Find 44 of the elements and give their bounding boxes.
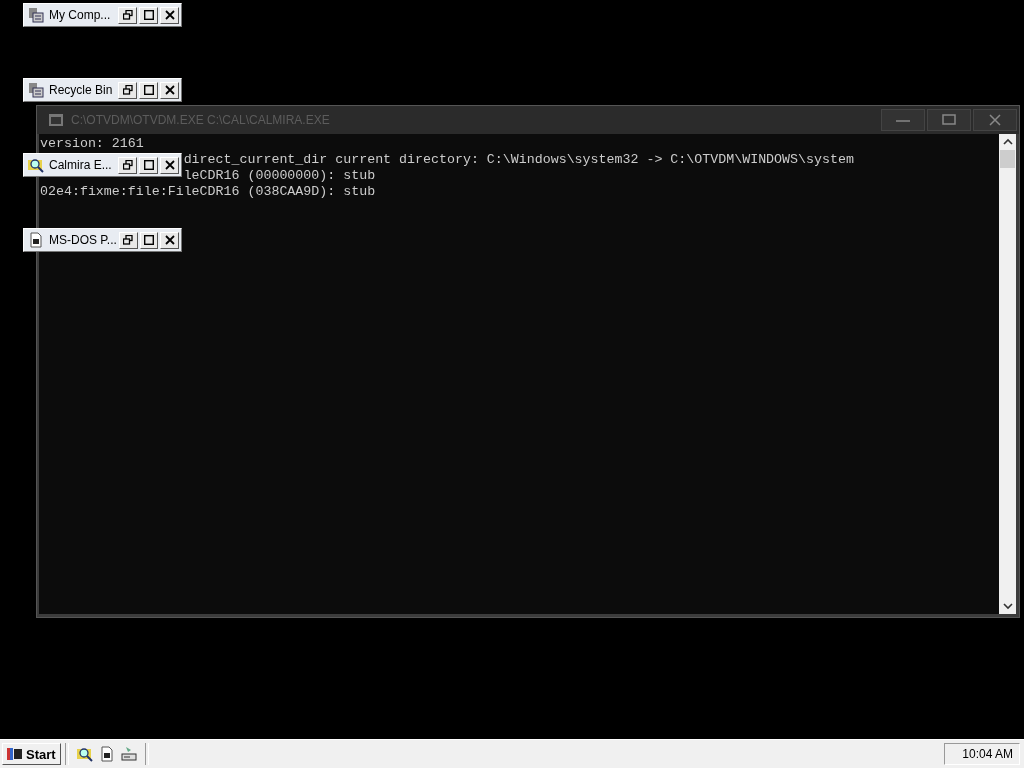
maximize-icon (143, 85, 154, 95)
clock[interactable]: 10:04 AM (944, 743, 1020, 765)
scroll-down-icon[interactable] (1002, 602, 1013, 610)
restore-icon (122, 160, 133, 170)
close-icon (164, 10, 175, 20)
minimized-window[interactable]: MS-DOS P... (23, 228, 182, 252)
close-icon (164, 85, 175, 95)
console-line: leCDR16 (00000000): stub (183, 168, 376, 183)
document-icon[interactable] (98, 746, 115, 762)
minimized-window[interactable]: Calmira E... (23, 153, 182, 177)
drive-icon[interactable] (120, 746, 137, 762)
console-line: 02e4:fixme:file:FileCDR16 (038CAA9D): stub (40, 184, 376, 199)
restore-button[interactable] (118, 81, 137, 99)
restore-icon (122, 85, 133, 95)
scroll-up-icon[interactable] (1002, 138, 1013, 146)
flag-icon (7, 747, 23, 761)
window-title: MS-DOS P... (49, 233, 117, 247)
close-icon (164, 235, 175, 245)
close-icon (989, 114, 1001, 126)
restore-icon (123, 235, 134, 245)
magnifier-icon[interactable] (76, 746, 93, 762)
restore-button[interactable] (118, 156, 137, 174)
console-icon (49, 114, 63, 126)
magnifier-icon (28, 157, 44, 173)
computer-icon (28, 82, 44, 98)
minimized-window[interactable]: Recycle Bin (23, 78, 182, 102)
start-button[interactable]: Start (2, 743, 61, 765)
maximize-icon (143, 10, 154, 20)
restore-button[interactable] (118, 6, 137, 24)
computer-icon (28, 7, 44, 23)
window-title: Calmira E... (49, 158, 113, 172)
minimized-window[interactable]: My Comp... (23, 3, 182, 27)
console-line: version: 2161 (40, 136, 144, 151)
console-line: direct_current_dir current directory: C:\Windows\system32 -> C:\OTVDM\WINDOWS\system (183, 152, 854, 167)
restore-button[interactable] (118, 231, 138, 249)
maximize-icon (143, 160, 154, 170)
window-title: My Comp... (49, 8, 112, 22)
maximize-icon (942, 114, 956, 126)
scrollbar-thumb[interactable] (1000, 150, 1015, 168)
close-icon (164, 160, 175, 170)
window-title: Recycle Bin (49, 83, 114, 97)
document-icon (28, 232, 44, 248)
maximize-icon (143, 235, 154, 245)
restore-icon (122, 10, 133, 20)
